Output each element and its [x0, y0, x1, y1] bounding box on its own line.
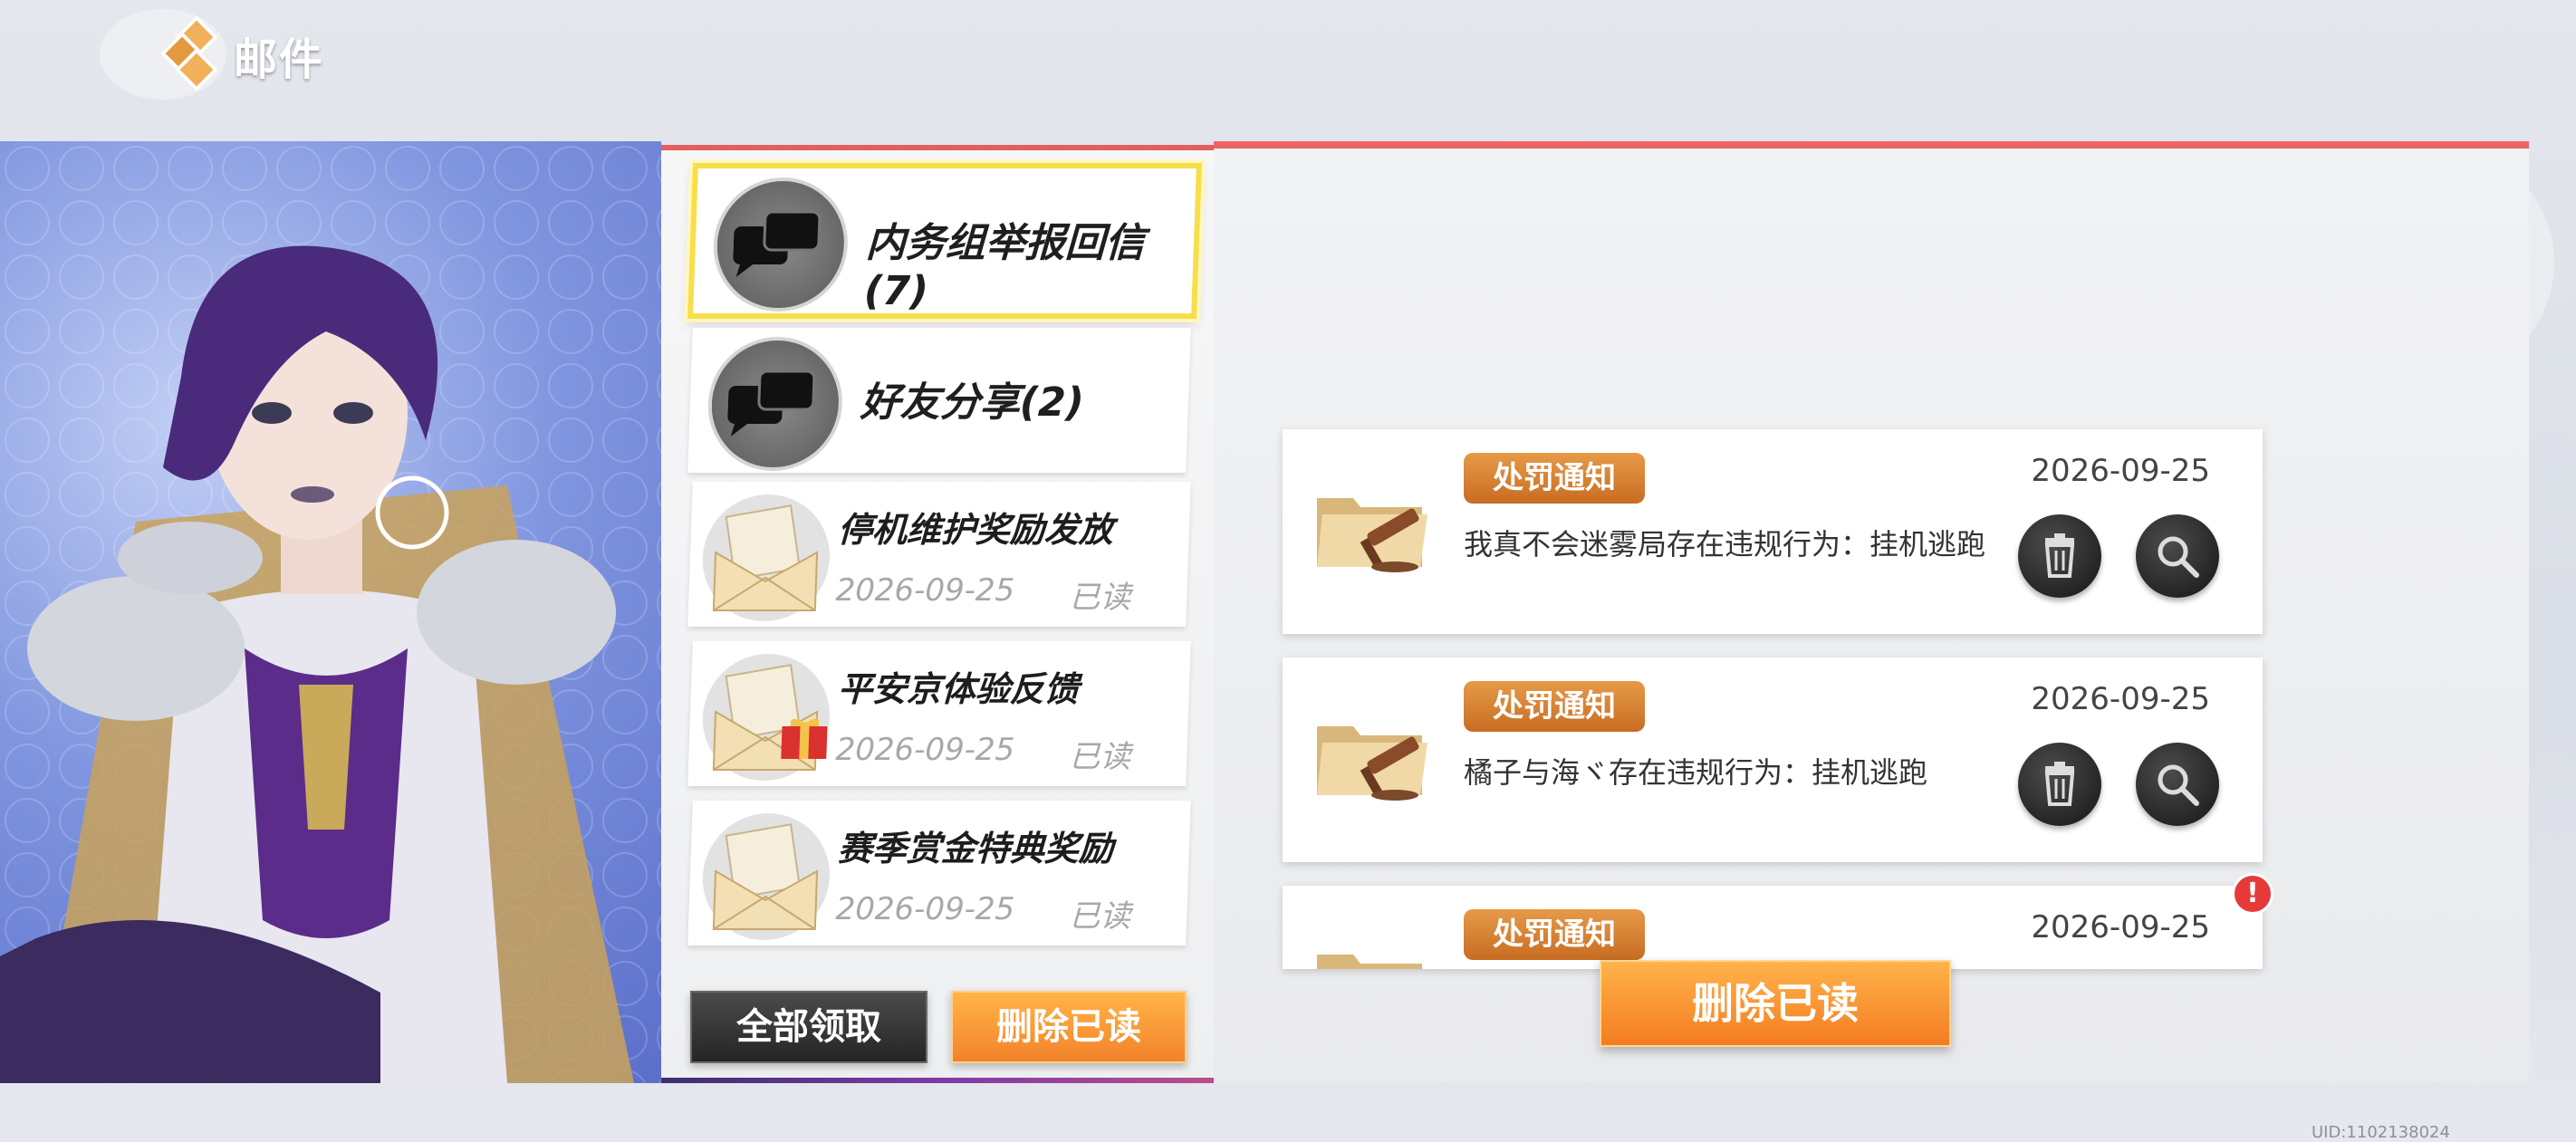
notice-card[interactable]: 处罚通知 2026-09-25 橘子与海ヾ存在违规行为：挂机逃跑 [1283, 657, 2263, 862]
mail-item[interactable]: 赛季赏金特典奖励 2026-09-25 已读 [687, 801, 1191, 945]
notice-date: 2026-09-25 [2031, 453, 2210, 489]
mail-read-status: 已读 [1068, 580, 1132, 616]
mail-subject: 停机维护奖励发放 [837, 510, 1114, 550]
mail-list-bottom-bar [661, 1078, 1214, 1083]
notice-text: 橘子与海ヾ存在违规行为：挂机逃跑 [1464, 755, 1928, 790]
penalty-badge: 处罚通知 [1464, 909, 1645, 960]
alert-icon: ! [2232, 873, 2273, 915]
folder-gavel-icon [1313, 712, 1431, 806]
folder-gavel-icon [1313, 940, 1431, 969]
delete-read-button[interactable]: 删除已读 [1600, 960, 1951, 1047]
notice-text: 我真不会迷雾局存在违规行为：挂机逃跑 [1464, 527, 1986, 561]
folder-gavel-icon [1313, 484, 1431, 578]
view-notice-button[interactable] [2136, 514, 2219, 598]
penalty-badge: 处罚通知 [1464, 681, 1645, 732]
delete-notice-button[interactable] [2018, 514, 2101, 598]
mail-date: 2026-09-25 [834, 891, 1015, 927]
trash-icon [2044, 533, 2075, 578]
category-label: 好友分享(2) [860, 379, 1085, 426]
magnifier-icon [2158, 536, 2199, 578]
chat-bubbles-icon [711, 178, 851, 312]
page-title: 邮件 [234, 34, 325, 85]
view-notice-button[interactable] [2136, 743, 2219, 826]
mail-subject: 赛季赏金特典奖励 [837, 829, 1114, 868]
delete-read-list-button[interactable]: 删除已读 [951, 991, 1187, 1063]
category-item-friend-share[interactable]: 好友分享(2) [687, 328, 1191, 473]
gift-icon [777, 710, 831, 761]
character-portrait [0, 141, 661, 1083]
category-label: 内务组举报回信(7) [863, 220, 1146, 314]
envelope-icon [700, 813, 832, 940]
delete-notice-button[interactable] [2018, 743, 2101, 826]
mail-subject: 平安京体验反馈 [837, 669, 1080, 709]
mail-item[interactable]: 停机维护奖励发放 2026-09-25 已读 [687, 482, 1191, 627]
envelope-icon [700, 494, 832, 621]
chat-bubbles-icon [706, 337, 845, 471]
magnifier-icon [2158, 764, 2199, 806]
notice-card[interactable]: 处罚通知 2026-09-25 我真不会迷雾局存在违规行为：挂机逃跑 [1283, 429, 2263, 634]
trash-icon [2044, 762, 2075, 806]
notice-date: 2026-09-25 [2031, 681, 2210, 717]
mail-read-status: 已读 [1068, 898, 1132, 935]
mail-date: 2026-09-25 [834, 732, 1015, 768]
diamond-logo-icon [159, 14, 232, 92]
claim-all-button[interactable]: 全部领取 [690, 991, 928, 1063]
user-id-label: UID:1102138024 [2312, 1123, 2450, 1142]
penalty-badge: 处罚通知 [1464, 453, 1645, 504]
category-item-report-replies[interactable]: 内务组举报回信(7) [687, 163, 1203, 319]
mail-read-status: 已读 [1068, 739, 1132, 775]
notice-card[interactable]: 处罚通知 2026-09-25 [1283, 886, 2263, 969]
header-bar: 邮件 [0, 0, 2576, 141]
mail-date: 2026-09-25 [834, 572, 1015, 609]
notice-date: 2026-09-25 [2031, 909, 2210, 945]
mail-item[interactable]: 平安京体验反馈 2026-09-25 已读 [687, 641, 1191, 786]
mail-detail-panel: 处罚通知 2026-09-25 我真不会迷雾局存在违规行为：挂机逃跑 处罚通知 … [1214, 141, 2529, 1083]
